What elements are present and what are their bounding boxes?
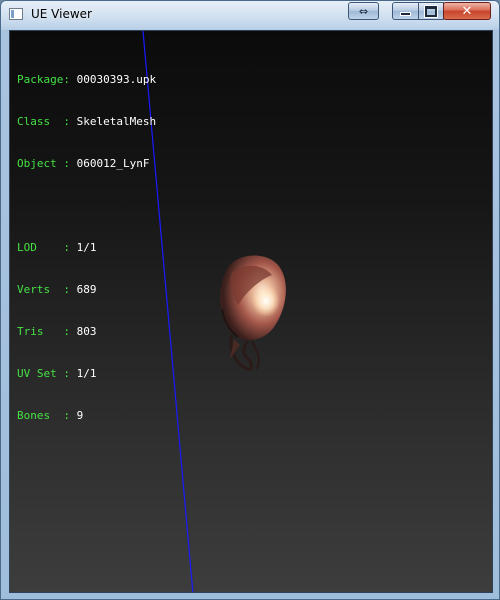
model-highlight bbox=[252, 285, 280, 317]
swap-arrows-icon: ⇔ bbox=[358, 4, 369, 18]
close-icon: ✕ bbox=[461, 3, 473, 19]
minimize-icon bbox=[401, 13, 410, 15]
info-gap bbox=[17, 199, 156, 213]
info-row-class: Class : SkeletalMesh bbox=[17, 115, 157, 128]
info-row-package: Package: 00030393.upk bbox=[17, 73, 157, 86]
window-title: UE Viewer bbox=[31, 7, 92, 21]
info-row-uvset: UV Set : 1/1 bbox=[17, 367, 97, 380]
maximize-button[interactable] bbox=[418, 2, 444, 20]
mesh-info-overlay: Package: 00030393.upk Class : SkeletalMe… bbox=[17, 45, 156, 451]
titlebar[interactable]: UE Viewer ⇔ ✕ bbox=[1, 1, 499, 30]
3d-viewport[interactable]: Package: 00030393.upk Class : SkeletalMe… bbox=[9, 30, 493, 593]
minimize-button[interactable] bbox=[392, 2, 419, 20]
app-window: UE Viewer ⇔ ✕ Package: 00030393.upk Clas… bbox=[0, 0, 500, 600]
info-row-verts: Verts : 689 bbox=[17, 283, 97, 296]
maximize-icon bbox=[425, 5, 437, 17]
close-button[interactable]: ✕ bbox=[443, 2, 491, 20]
model-leg bbox=[251, 340, 260, 370]
skeletal-mesh-model[interactable] bbox=[208, 249, 292, 375]
info-row-bones: Bones : 9 bbox=[17, 409, 84, 422]
info-row-object: Object : 060012_LynF bbox=[17, 157, 150, 170]
info-row-tris: Tris : 803 bbox=[17, 325, 97, 338]
swap-arrows-button[interactable]: ⇔ bbox=[348, 2, 379, 20]
app-icon[interactable] bbox=[9, 8, 23, 20]
info-row-lod: LOD : 1/1 bbox=[17, 241, 97, 254]
